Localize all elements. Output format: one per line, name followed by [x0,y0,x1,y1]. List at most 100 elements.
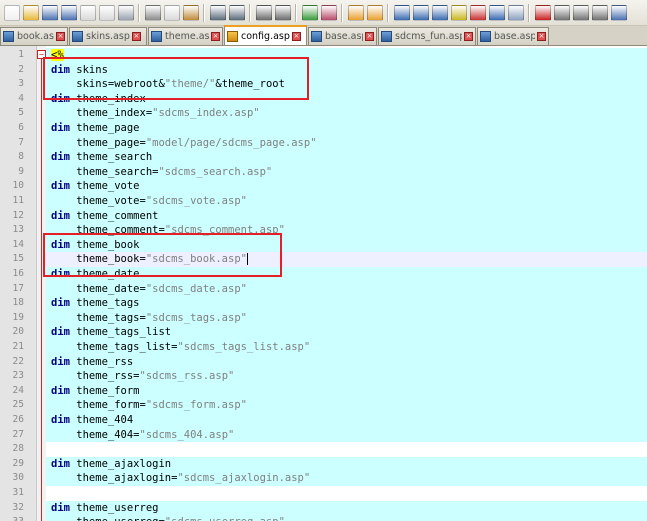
code-text[interactable]: dim theme_tags [46,296,647,311]
tab-book-asp[interactable]: book.asp× [0,27,68,45]
code-text[interactable]: dim theme_form [46,383,647,399]
code-text[interactable]: dim theme_tags_list [46,325,647,340]
code-line: 4 dim theme_index [0,91,647,107]
line-number: 6 [18,122,24,133]
string-literal: "sdcms_book.asp" [145,253,247,266]
monitor-button[interactable] [507,4,524,21]
close-icon[interactable]: × [211,32,220,41]
code-text[interactable]: theme_date="sdcms_date.asp" [46,281,647,297]
open-file-button[interactable] [22,4,39,21]
close-icon[interactable]: × [537,32,546,41]
string-literal: "sdcms_search.asp" [158,165,273,178]
toolbar-separator [387,3,389,22]
code-text[interactable]: theme_tags_list="sdcms_tags_list.asp" [46,340,647,355]
tab-theme-asp[interactable]: theme.asp× [148,27,223,45]
close-all-button[interactable] [98,4,115,21]
code-text[interactable]: theme_comment="sdcms_comment.asp" [46,223,647,238]
code-text[interactable]: dim theme_comment [46,208,647,224]
close-icon[interactable]: × [291,31,301,41]
code-text[interactable]: theme_rss="sdcms_rss.asp" [46,369,647,384]
code-text[interactable]: theme_userreg="sdcms_userreg.asp" [46,515,647,521]
keyword: dim [51,209,70,222]
word-wrap-button[interactable] [393,4,410,21]
code-text[interactable]: skins=webroot&"theme/"&theme_root [46,77,647,92]
tab-label: theme.asp [165,31,209,42]
code-text[interactable]: dim theme_404 [46,413,647,428]
line-number: 7 [18,136,24,148]
code-text[interactable]: theme_book="sdcms_book.asp" [46,252,647,267]
paste-button[interactable] [182,4,199,21]
save-all-button[interactable] [60,4,77,21]
code-text[interactable]: theme_ajaxlogin="sdcms_ajaxlogin.asp" [46,471,647,486]
find-button[interactable] [255,4,272,21]
code-text[interactable]: dim theme_page [46,121,647,136]
cut-button[interactable] [144,4,161,21]
code-text[interactable]: theme_tags="sdcms_tags.asp" [46,310,647,326]
copy-button[interactable] [163,4,180,21]
run-macro-multiple-button[interactable] [591,4,608,21]
record-macro-button[interactable] [534,4,551,21]
code-line: 21 theme_tags_list="sdcms_tags_list.asp" [0,340,647,355]
code-text[interactable]: dim theme_book [46,237,647,253]
doc-map-button[interactable] [469,4,486,21]
code-token: theme_search [69,151,153,164]
code-text[interactable]: <% [46,48,647,63]
line-number: 5 [18,107,24,119]
code-token: theme_userreg= [51,516,165,521]
code-text[interactable]: theme_404="sdcms_404.asp" [46,427,647,443]
new-file-button[interactable] [3,4,20,21]
play-macro-button[interactable] [572,4,589,21]
keyword: dim [51,501,70,514]
code-line: 17 theme_date="sdcms_date.asp" [0,281,647,297]
replace-button[interactable] [274,4,291,21]
keyword: dim [51,122,70,134]
keyword: dim [51,92,70,105]
code-text[interactable]: theme_search="sdcms_search.asp" [46,164,647,180]
user-lang-button[interactable] [450,4,467,21]
code-text[interactable]: dim theme_vote [46,179,647,194]
toolbar-separator [295,3,297,22]
code-text[interactable]: theme_vote="sdcms_vote.asp" [46,194,647,209]
indent-guide-button[interactable] [431,4,448,21]
close-icon[interactable]: × [56,32,65,41]
code-text[interactable]: dim theme_ajaxlogin [46,456,647,472]
code-text[interactable]: dim theme_rss [46,354,647,370]
redo-button[interactable] [228,4,245,21]
sync-vertical-button[interactable] [347,4,364,21]
zoom-in-button[interactable] [301,4,318,21]
tab-sdcms-fun-asp[interactable]: sdcms_fun.asp × [378,27,476,45]
close-icon[interactable]: × [464,32,473,41]
toolbar-separator [528,3,530,22]
toolbar-separator [341,3,343,22]
close-icon[interactable]: × [131,32,141,41]
show-all-chars-button[interactable] [412,4,429,21]
function-list-button[interactable] [488,4,505,21]
code-text[interactable]: dim theme_search [46,150,647,165]
code-text[interactable]: theme_page="model/page/sdcms_page.asp" [46,135,647,151]
close-file-button[interactable] [79,4,96,21]
tab-base-asp[interactable]: base.asp× [308,27,377,45]
zoom-out-button[interactable] [320,4,337,21]
tab-skins-asp[interactable]: skins.asp × [69,27,147,45]
save-macro-button[interactable] [610,4,627,21]
line-number: 32 [12,501,24,513]
print-button[interactable] [117,4,134,21]
tab-config-asp[interactable]: config.asp × [224,25,307,45]
code-text[interactable]: dim theme_date [46,267,647,282]
undo-button[interactable] [209,4,226,21]
close-icon[interactable]: × [365,32,374,41]
sync-horizontal-button[interactable] [366,4,383,21]
line-number: 19 [12,311,24,323]
code-text[interactable]: dim skins [46,62,647,78]
tab-base-asp[interactable]: base.asp× [477,27,549,45]
code-text[interactable]: dim theme_index [46,91,647,107]
code-editor[interactable]: 1 <% 2 dim skins 3 skins=webroot&"theme/"&th… [0,46,647,521]
code-text[interactable]: theme_index="sdcms_index.asp" [46,106,647,121]
save-button[interactable] [41,4,58,21]
line-number: 17 [12,282,24,294]
code-text[interactable]: theme_form="sdcms_form.asp" [46,398,647,413]
code-text[interactable]: dim theme_userreg [46,500,647,516]
stop-macro-button[interactable] [553,4,570,21]
tab-label: sdcms_fun.asp [395,31,462,42]
collapse-icon[interactable]: − [37,50,46,59]
